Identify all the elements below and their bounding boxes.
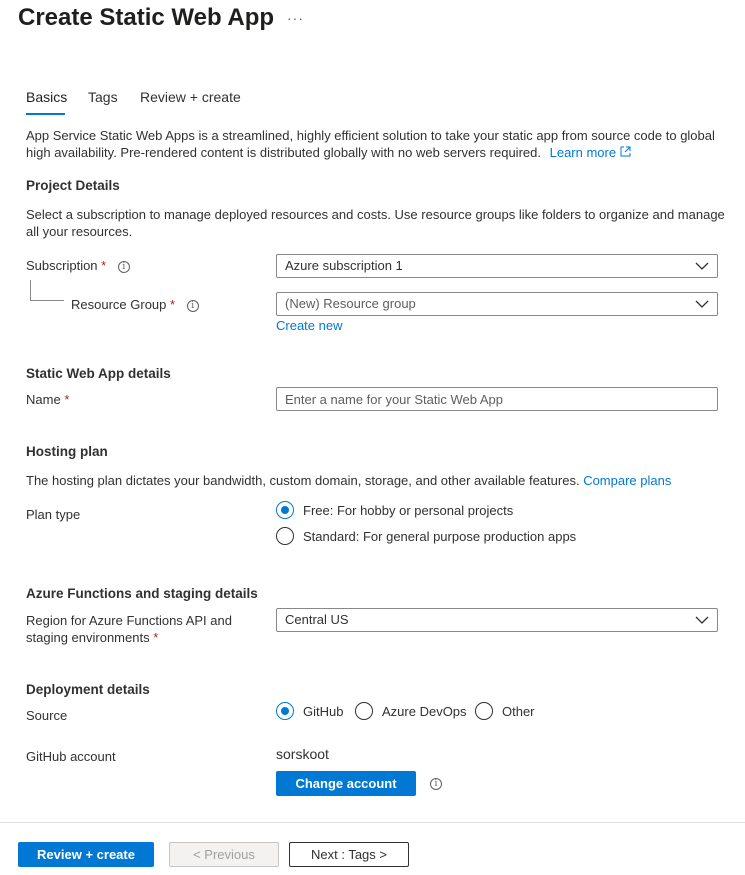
change-account-button[interactable]: Change account xyxy=(276,771,416,796)
review-create-button[interactable]: Review + create xyxy=(18,842,154,867)
radio-unselected xyxy=(475,702,493,720)
previous-button[interactable]: < Previous xyxy=(169,842,279,867)
chevron-down-icon xyxy=(695,262,709,270)
hosting-plan-heading: Hosting plan xyxy=(26,444,108,459)
source-other-label: Other xyxy=(502,703,535,719)
source-github-label: GitHub xyxy=(303,703,344,719)
intro-text: App Service Static Web Apps is a streaml… xyxy=(26,127,731,161)
create-new-link[interactable]: Create new xyxy=(276,318,342,333)
source-github-radio[interactable]: GitHub xyxy=(276,702,343,720)
footer-divider xyxy=(0,822,745,823)
more-options-icon[interactable]: ··· xyxy=(287,10,304,26)
plan-type-label: Plan type xyxy=(26,507,81,522)
plan-standard-label: Standard: For general purpose production… xyxy=(303,528,577,544)
source-azure-devops-label: Azure DevOps xyxy=(382,703,467,719)
source-other-radio[interactable]: Other xyxy=(475,702,535,720)
info-icon[interactable]: i xyxy=(186,299,199,312)
learn-more-link[interactable]: Learn more xyxy=(550,145,631,160)
radio-unselected xyxy=(276,527,294,545)
app-details-heading: Static Web App details xyxy=(26,366,171,381)
source-azure-devops-radio[interactable]: Azure DevOps xyxy=(355,702,467,720)
compare-plans-link[interactable]: Compare plans xyxy=(583,473,671,488)
plan-standard-radio[interactable]: Standard: For general purpose production… xyxy=(276,527,576,545)
subscription-select[interactable]: Azure subscription 1 xyxy=(276,254,718,278)
tab-tags[interactable]: Tags xyxy=(88,89,118,105)
region-select[interactable]: Central US xyxy=(276,608,718,632)
external-link-icon xyxy=(620,146,631,157)
project-details-description: Select a subscription to manage deployed… xyxy=(26,207,725,239)
tab-review-create[interactable]: Review + create xyxy=(140,89,241,105)
hosting-plan-description: The hosting plan dictates your bandwidth… xyxy=(26,473,672,488)
github-account-label: GitHub account xyxy=(26,749,116,764)
chevron-down-icon xyxy=(695,616,709,624)
functions-heading: Azure Functions and staging details xyxy=(26,586,258,601)
plan-free-radio[interactable]: Free: For hobby or personal projects xyxy=(276,501,513,519)
github-account-value: sorskoot xyxy=(276,746,329,762)
radio-unselected xyxy=(355,702,373,720)
resource-group-label: Resource Group * i xyxy=(71,297,199,312)
name-input[interactable] xyxy=(276,387,718,411)
radio-selected xyxy=(276,501,294,519)
tree-connector xyxy=(30,280,31,300)
plan-free-label: Free: For hobby or personal projects xyxy=(303,502,514,518)
tab-basics[interactable]: Basics xyxy=(26,89,67,105)
source-label: Source xyxy=(26,708,68,723)
project-details-heading: Project Details xyxy=(26,178,120,193)
tree-connector xyxy=(30,300,64,301)
info-icon[interactable]: i xyxy=(117,260,130,273)
info-icon[interactable]: i xyxy=(430,778,442,790)
name-label: Name * xyxy=(26,392,70,407)
deployment-heading: Deployment details xyxy=(26,682,150,697)
next-tags-button[interactable]: Next : Tags > xyxy=(289,842,409,867)
region-label: Region for Azure Functions API and stagi… xyxy=(26,613,232,645)
resource-group-select[interactable]: (New) Resource group xyxy=(276,292,718,316)
chevron-down-icon xyxy=(695,300,709,308)
active-tab-indicator xyxy=(26,113,65,115)
radio-selected xyxy=(276,702,294,720)
page-title: Create Static Web App xyxy=(18,4,275,31)
subscription-label: Subscription * i xyxy=(26,258,130,273)
